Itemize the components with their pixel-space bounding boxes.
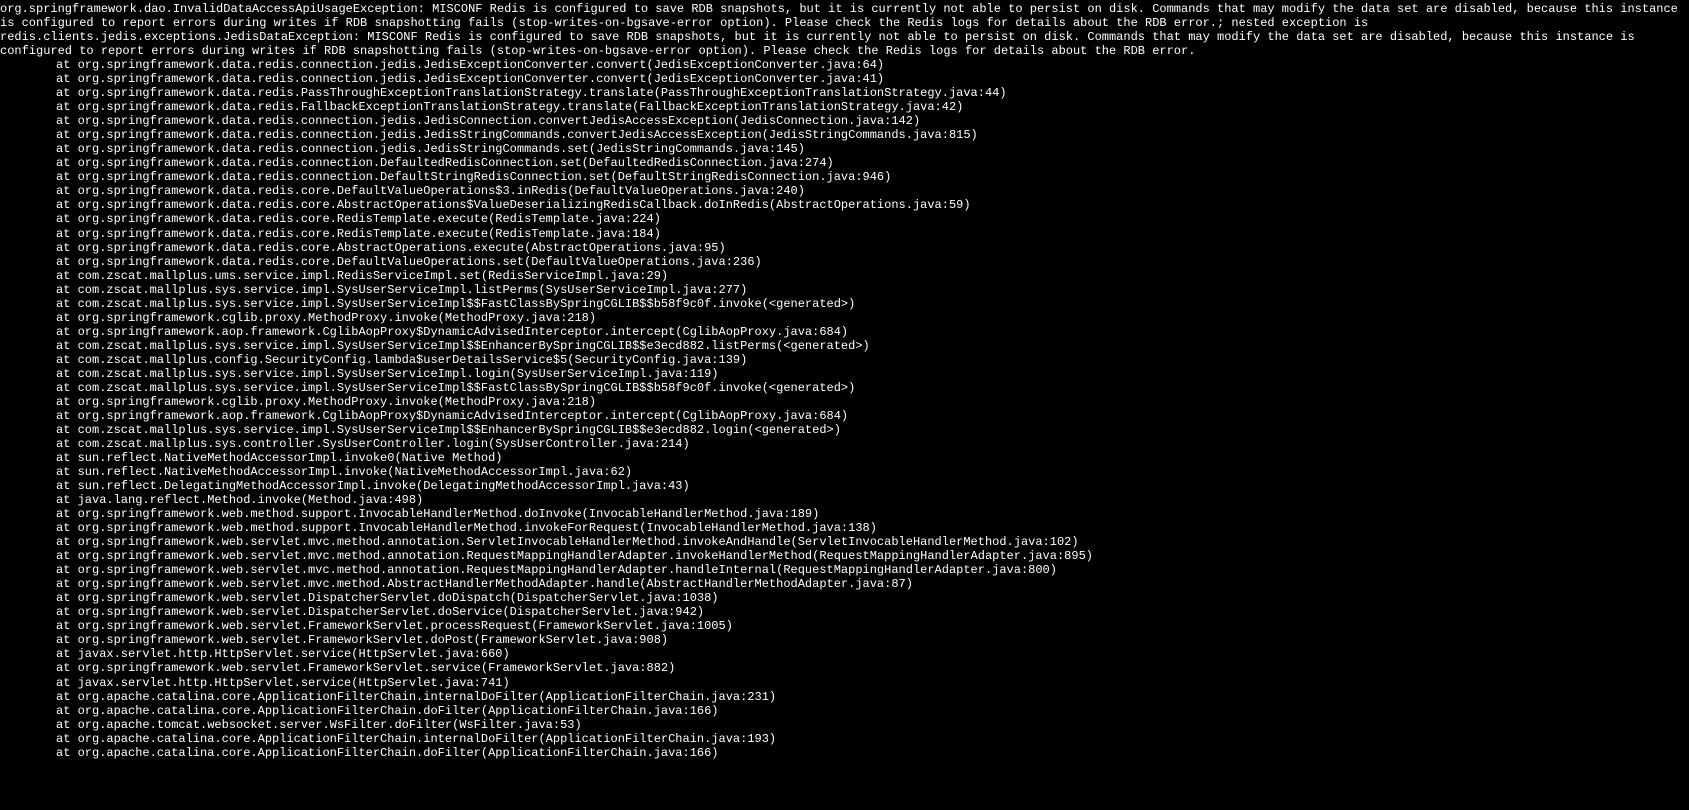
stack-trace-line: at org.springframework.data.redis.Fallba…	[0, 100, 1689, 114]
stack-trace-line: at org.apache.catalina.core.ApplicationF…	[0, 732, 1689, 746]
stack-trace-line: at org.springframework.data.redis.core.R…	[0, 212, 1689, 226]
stack-trace-line: at com.zscat.mallplus.sys.service.impl.S…	[0, 381, 1689, 395]
stack-trace-line: at com.zscat.mallplus.sys.service.impl.S…	[0, 367, 1689, 381]
stack-trace-line: at org.springframework.web.servlet.mvc.m…	[0, 535, 1689, 549]
stack-trace-line: at javax.servlet.http.HttpServlet.servic…	[0, 647, 1689, 661]
stack-trace-line: at com.zscat.mallplus.ums.service.impl.R…	[0, 269, 1689, 283]
stack-trace-line: at com.zscat.mallplus.config.SecurityCon…	[0, 353, 1689, 367]
stack-trace-line: at org.springframework.web.servlet.mvc.m…	[0, 563, 1689, 577]
stack-trace-line: at org.springframework.aop.framework.Cgl…	[0, 409, 1689, 423]
stack-trace-line: at org.springframework.data.redis.connec…	[0, 114, 1689, 128]
stack-trace-line: at org.apache.tomcat.websocket.server.Ws…	[0, 718, 1689, 732]
stack-trace-line: at java.lang.reflect.Method.invoke(Metho…	[0, 493, 1689, 507]
stack-trace-line: at org.springframework.data.redis.connec…	[0, 156, 1689, 170]
stack-trace-line: at com.zscat.mallplus.sys.service.impl.S…	[0, 283, 1689, 297]
stack-trace-line: at com.zscat.mallplus.sys.service.impl.S…	[0, 339, 1689, 353]
stack-trace-line: at org.apache.catalina.core.ApplicationF…	[0, 746, 1689, 760]
stack-trace-container: at org.springframework.data.redis.connec…	[0, 58, 1689, 760]
exception-message: org.springframework.dao.InvalidDataAcces…	[0, 2, 1689, 58]
stack-trace-line: at org.springframework.data.redis.core.D…	[0, 184, 1689, 198]
stack-trace-line: at sun.reflect.NativeMethodAccessorImpl.…	[0, 465, 1689, 479]
stack-trace-line: at org.springframework.web.servlet.Frame…	[0, 633, 1689, 647]
stack-trace-line: at javax.servlet.http.HttpServlet.servic…	[0, 676, 1689, 690]
stack-trace-line: at sun.reflect.NativeMethodAccessorImpl.…	[0, 451, 1689, 465]
stack-trace-line: at org.springframework.web.servlet.Frame…	[0, 619, 1689, 633]
stack-trace-line: at org.springframework.data.redis.connec…	[0, 58, 1689, 72]
stack-trace-line: at org.springframework.data.redis.connec…	[0, 170, 1689, 184]
stack-trace-line: at org.apache.catalina.core.ApplicationF…	[0, 690, 1689, 704]
stack-trace-line: at org.springframework.cglib.proxy.Metho…	[0, 311, 1689, 325]
stack-trace-line: at org.springframework.data.redis.core.D…	[0, 255, 1689, 269]
stack-trace-line: at org.springframework.data.redis.core.R…	[0, 227, 1689, 241]
stack-trace-line: at org.springframework.data.redis.connec…	[0, 72, 1689, 86]
stack-trace-line: at org.springframework.web.method.suppor…	[0, 521, 1689, 535]
stack-trace-line: at org.springframework.data.redis.core.A…	[0, 198, 1689, 212]
stack-trace-line: at org.springframework.data.redis.connec…	[0, 142, 1689, 156]
stack-trace-line: at org.springframework.cglib.proxy.Metho…	[0, 395, 1689, 409]
stack-trace-line: at org.springframework.data.redis.PassTh…	[0, 86, 1689, 100]
stack-trace-line: at org.springframework.web.servlet.Frame…	[0, 661, 1689, 675]
stack-trace-line: at org.springframework.web.method.suppor…	[0, 507, 1689, 521]
stack-trace-line: at org.springframework.data.redis.connec…	[0, 128, 1689, 142]
stack-trace-line: at sun.reflect.DelegatingMethodAccessorI…	[0, 479, 1689, 493]
stack-trace-line: at org.springframework.web.servlet.Dispa…	[0, 605, 1689, 619]
stack-trace-line: at org.springframework.web.servlet.mvc.m…	[0, 549, 1689, 563]
stack-trace-line: at org.apache.catalina.core.ApplicationF…	[0, 704, 1689, 718]
stack-trace-line: at org.springframework.data.redis.core.A…	[0, 241, 1689, 255]
stack-trace-line: at com.zscat.mallplus.sys.service.impl.S…	[0, 423, 1689, 437]
stack-trace-line: at org.springframework.web.servlet.mvc.m…	[0, 577, 1689, 591]
stack-trace-line: at org.springframework.aop.framework.Cgl…	[0, 325, 1689, 339]
stack-trace-line: at org.springframework.web.servlet.Dispa…	[0, 591, 1689, 605]
stack-trace-line: at com.zscat.mallplus.sys.service.impl.S…	[0, 297, 1689, 311]
stack-trace-line: at com.zscat.mallplus.sys.controller.Sys…	[0, 437, 1689, 451]
